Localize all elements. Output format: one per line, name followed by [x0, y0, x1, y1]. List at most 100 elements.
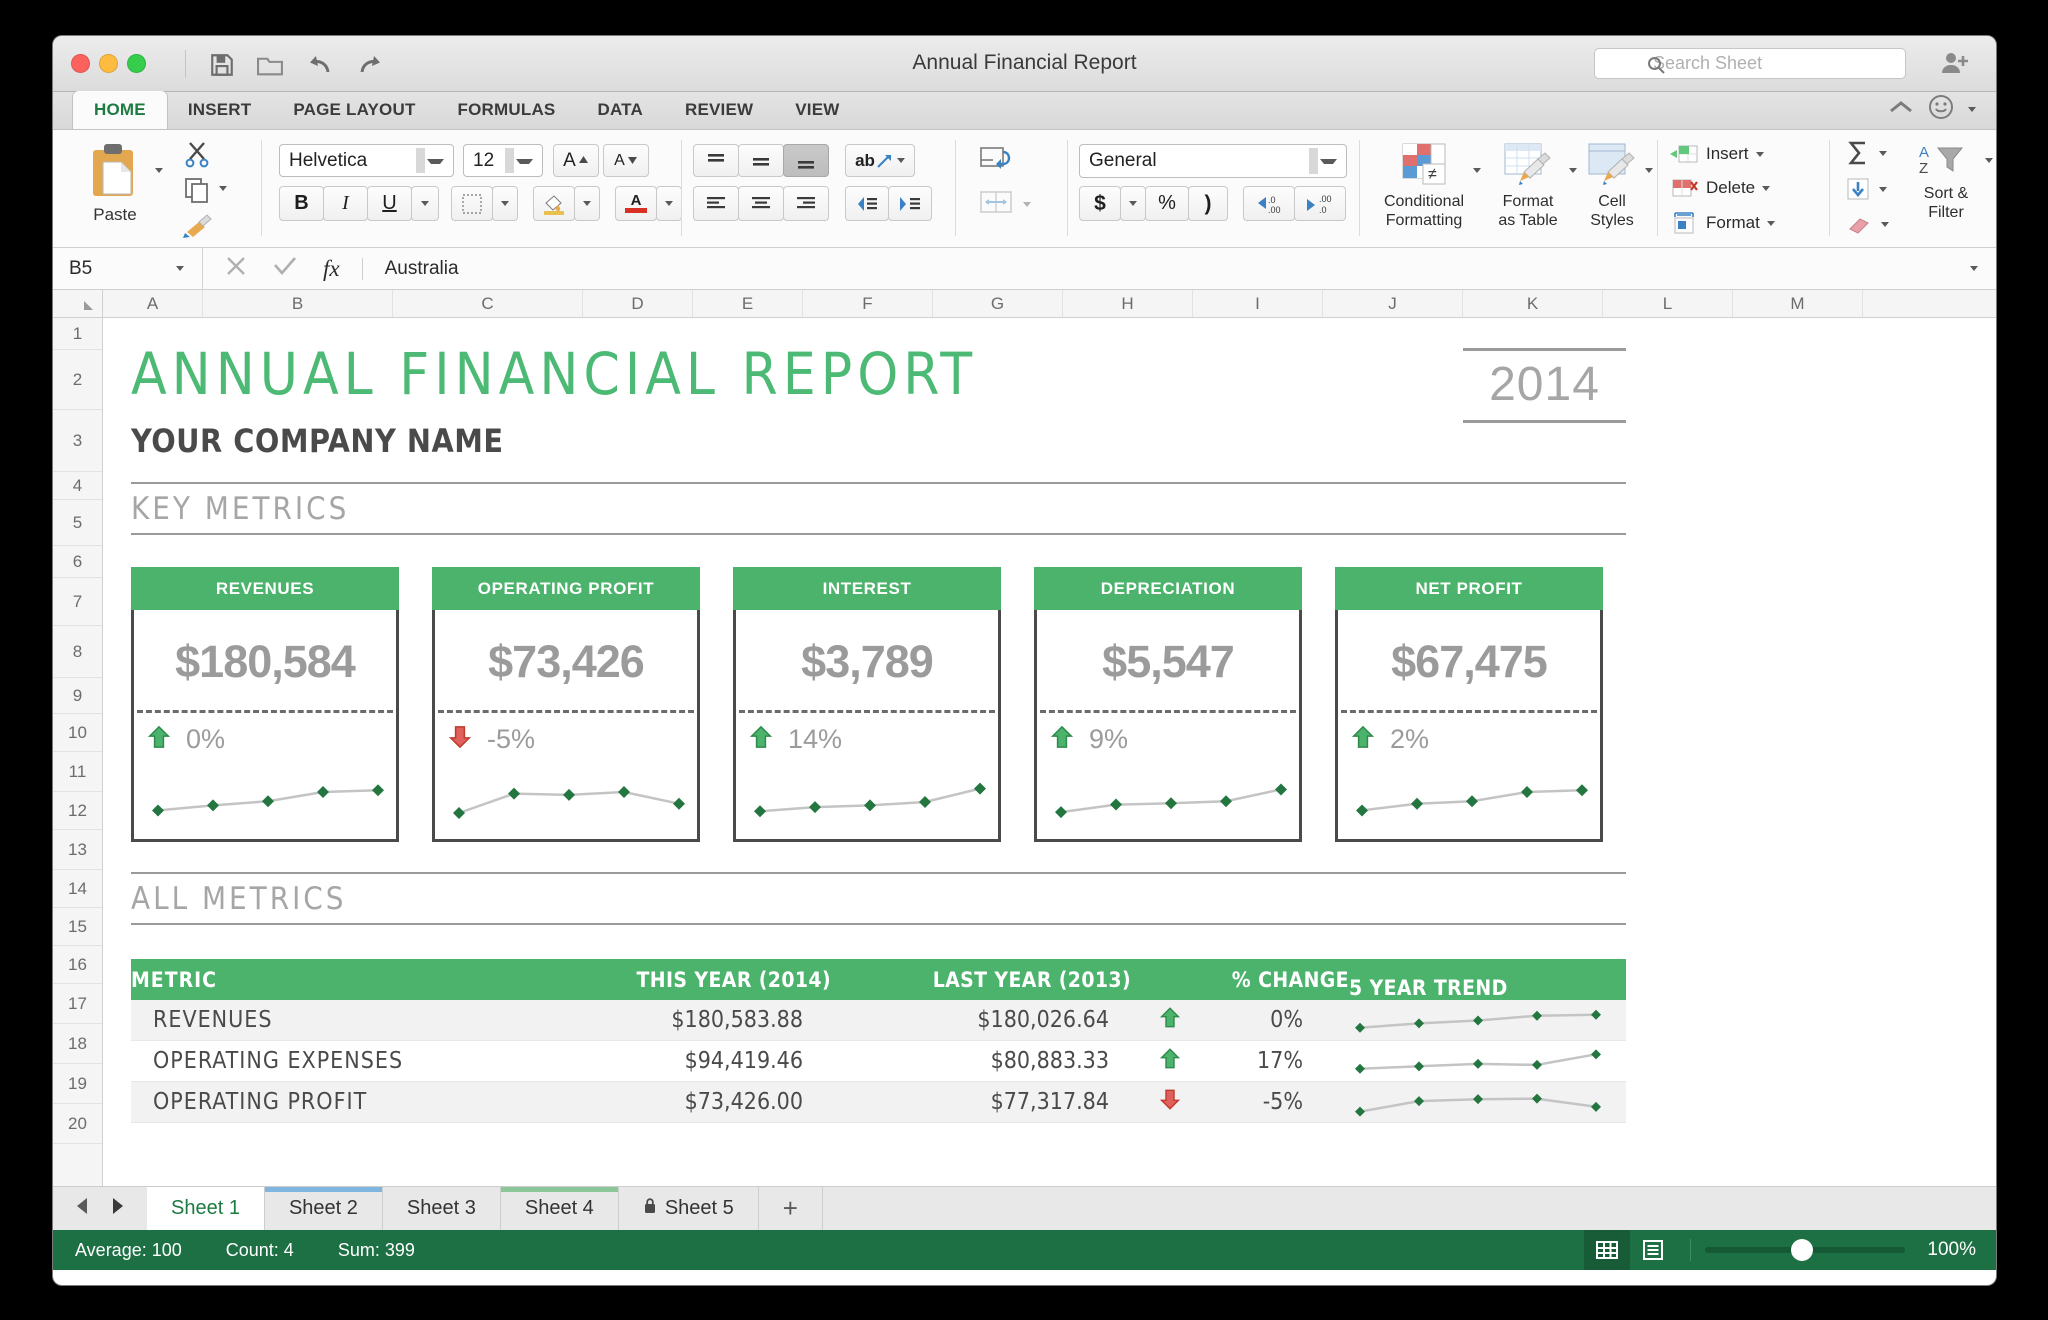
conditional-formatting-button[interactable]: ≠ ConditionalFormatting — [1377, 142, 1471, 230]
currency-format-button[interactable]: $ — [1079, 186, 1121, 221]
row-header-9[interactable]: 9 — [53, 678, 102, 714]
tab-insert[interactable]: INSERT — [167, 91, 273, 129]
row-header-4[interactable]: 4 — [53, 472, 102, 500]
font-size-select[interactable]: 12 — [463, 144, 543, 177]
underline-dropdown-button[interactable] — [411, 186, 439, 221]
left-arrow-icon[interactable] — [75, 1197, 90, 1220]
tab-view[interactable]: VIEW — [774, 91, 860, 129]
column-header-f[interactable]: F — [803, 290, 933, 317]
delete-caret-icon[interactable] — [1762, 186, 1770, 191]
row-header-6[interactable]: 6 — [53, 546, 102, 578]
select-all-corner[interactable] — [53, 290, 103, 317]
cancel-icon[interactable] — [225, 255, 247, 282]
fill-color-button[interactable] — [533, 186, 575, 221]
number-format-caret-icon[interactable] — [1320, 159, 1337, 164]
increase-decimal-button[interactable]: .00.0 — [1294, 186, 1346, 221]
grid-view-icon[interactable] — [1584, 1230, 1630, 1270]
column-header-j[interactable]: J — [1323, 290, 1463, 317]
formula-bar-content[interactable]: Australia — [363, 258, 459, 280]
underline-button[interactable]: U — [367, 186, 412, 221]
paste-dropdown-caret-icon[interactable] — [155, 168, 163, 173]
underline-caret-icon[interactable] — [421, 201, 429, 206]
name-box-caret-icon[interactable] — [176, 266, 184, 271]
borders-dropdown-button[interactable] — [492, 186, 518, 221]
column-header-h[interactable]: H — [1063, 290, 1193, 317]
add-person-icon[interactable] — [1940, 50, 1970, 81]
increase-indent-button[interactable] — [888, 186, 932, 221]
align-center-button[interactable] — [738, 186, 784, 221]
column-header-g[interactable]: G — [933, 290, 1063, 317]
decrease-decimal-button[interactable]: .0.00 — [1243, 186, 1295, 221]
row-header-20[interactable]: 20 — [53, 1104, 102, 1144]
text-orientation-button[interactable]: ab — [845, 144, 915, 177]
row-header-13[interactable]: 13 — [53, 830, 102, 870]
fill-color-caret-icon[interactable] — [583, 201, 591, 206]
align-left-button[interactable] — [693, 186, 739, 221]
zoom-slider[interactable] — [1705, 1247, 1905, 1253]
column-header-c[interactable]: C — [393, 290, 583, 317]
row-header-8[interactable]: 8 — [53, 626, 102, 678]
currency-dropdown-button[interactable] — [1120, 186, 1146, 221]
font-color-button[interactable]: A — [615, 186, 657, 221]
merge-cells-button[interactable] — [979, 188, 1017, 223]
borders-caret-icon[interactable] — [501, 201, 509, 206]
row-header-1[interactable]: 1 — [53, 318, 102, 350]
column-header-e[interactable]: E — [693, 290, 803, 317]
insert-caret-icon[interactable] — [1756, 152, 1764, 157]
clear-button[interactable] — [1845, 212, 1889, 236]
sheet-tab-4[interactable]: Sheet 4 — [501, 1187, 619, 1230]
font-family-caret-icon[interactable] — [427, 159, 444, 164]
sheet-tab-5[interactable]: Sheet 5 — [619, 1187, 759, 1230]
autosum-caret-icon[interactable] — [1879, 151, 1887, 156]
align-bottom-button[interactable] — [783, 144, 829, 177]
row-header-5[interactable]: 5 — [53, 500, 102, 546]
row-header-18[interactable]: 18 — [53, 1024, 102, 1064]
align-top-button[interactable] — [693, 144, 739, 177]
zoom-slider-handle[interactable] — [1791, 1239, 1813, 1261]
copy-button[interactable] — [183, 176, 211, 209]
currency-caret-icon[interactable] — [1129, 201, 1137, 206]
row-header-15[interactable]: 15 — [53, 908, 102, 946]
percent-format-button[interactable]: % — [1145, 186, 1189, 221]
column-header-b[interactable]: B — [203, 290, 393, 317]
sheet-tab-2[interactable]: Sheet 2 — [265, 1187, 383, 1230]
sort-filter-caret-icon[interactable] — [1985, 158, 1993, 163]
row-header-17[interactable]: 17 — [53, 984, 102, 1024]
merge-caret-icon[interactable] — [1023, 202, 1031, 207]
format-as-table-caret-icon[interactable] — [1569, 168, 1577, 173]
font-color-dropdown-button[interactable] — [656, 186, 682, 221]
row-header-11[interactable]: 11 — [53, 752, 102, 792]
sheet-tab-3[interactable]: Sheet 3 — [383, 1187, 501, 1230]
row-header-19[interactable]: 19 — [53, 1064, 102, 1104]
autosum-button[interactable] — [1845, 140, 1887, 166]
fill-color-dropdown-button[interactable] — [574, 186, 600, 221]
borders-button[interactable] — [451, 186, 493, 221]
number-format-select[interactable]: General — [1079, 144, 1347, 178]
column-header-l[interactable]: L — [1603, 290, 1733, 317]
chevron-up-icon[interactable] — [1888, 99, 1914, 120]
increase-font-size-button[interactable]: A — [553, 144, 599, 177]
tab-page-layout[interactable]: PAGE LAYOUT — [272, 91, 436, 129]
search-input[interactable] — [1651, 52, 1905, 75]
fill-down-button[interactable] — [1845, 176, 1887, 202]
smiley-dropdown-caret-icon[interactable] — [1968, 107, 1976, 112]
font-family-select[interactable]: Helvetica — [279, 144, 454, 177]
name-box[interactable]: B5 — [53, 248, 203, 290]
cut-button[interactable] — [183, 140, 211, 173]
row-header-2[interactable]: 2 — [53, 350, 102, 410]
tab-review[interactable]: REVIEW — [664, 91, 774, 129]
column-header-a[interactable]: A — [103, 290, 203, 317]
delete-cells-button[interactable]: Delete — [1669, 176, 1770, 200]
format-painter-button[interactable] — [181, 212, 213, 243]
row-header-3[interactable]: 3 — [53, 410, 102, 472]
row-header-7[interactable]: 7 — [53, 578, 102, 626]
fx-icon[interactable]: fx — [323, 256, 340, 282]
add-sheet-button[interactable]: + — [759, 1187, 823, 1230]
copy-dropdown-caret-icon[interactable] — [219, 186, 227, 191]
format-cells-button[interactable]: Format — [1669, 210, 1775, 236]
search-sheet-box[interactable] — [1594, 48, 1906, 79]
italic-button[interactable]: I — [323, 186, 368, 221]
column-header-i[interactable]: I — [1193, 290, 1323, 317]
checkmark-icon[interactable] — [273, 255, 297, 282]
cell-styles-button[interactable]: CellStyles — [1581, 142, 1643, 230]
